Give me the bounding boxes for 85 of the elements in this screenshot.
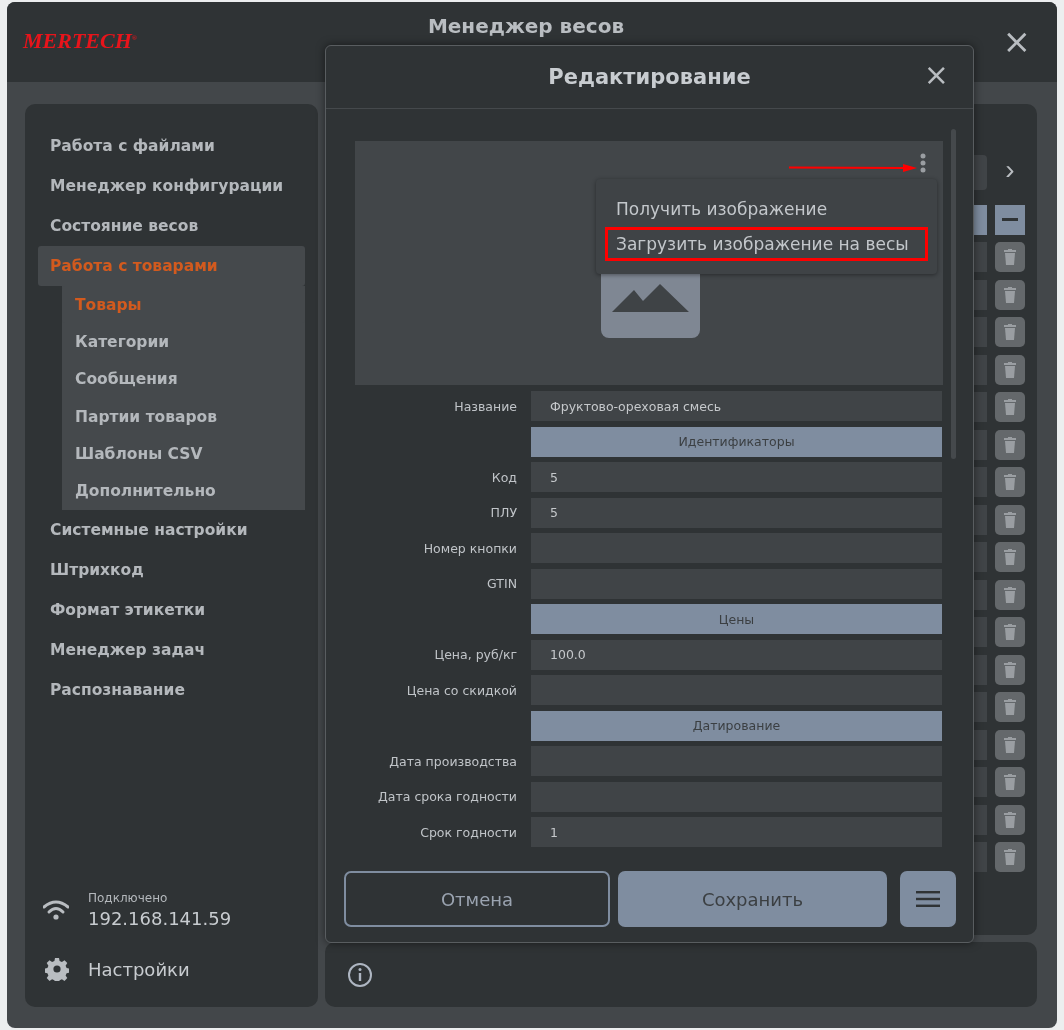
delete-button[interactable]	[995, 654, 1025, 685]
settings-icon[interactable]	[45, 957, 69, 981]
remove-all-button[interactable]	[995, 204, 1025, 235]
input-field[interactable]: 1	[531, 817, 942, 847]
input-field[interactable]: 5	[531, 462, 942, 492]
delete-button[interactable]	[995, 429, 1025, 460]
delete-button[interactable]	[995, 842, 1025, 872]
sidebar-item[interactable]: Распознавание	[38, 670, 305, 710]
delete-button[interactable]	[995, 617, 1025, 647]
trash-icon	[1004, 286, 1016, 303]
save-button[interactable]: Сохранить	[618, 871, 887, 927]
more-icon[interactable]	[920, 153, 926, 173]
field-label: GTIN	[486, 576, 517, 591]
trash-icon	[1004, 361, 1016, 378]
section-header: Датирование	[531, 710, 942, 741]
section-header: Цены	[531, 604, 942, 634]
sidebar-item[interactable]: Состояние весов	[38, 206, 305, 246]
field-label: Срок годности	[419, 824, 517, 840]
trash-icon	[1004, 511, 1016, 528]
input-field[interactable]: 100.0	[531, 639, 942, 670]
submenu-item[interactable]: Шаблоны CSV	[62, 435, 305, 473]
trash-icon	[1004, 399, 1016, 415]
info-icon[interactable]	[347, 961, 373, 988]
trash-icon	[1004, 549, 1016, 565]
delete-button[interactable]	[995, 804, 1025, 835]
menu-icon	[916, 890, 940, 908]
close-button[interactable]: ×	[923, 60, 949, 90]
submenu-item[interactable]: Сообщения	[62, 360, 305, 398]
input-field[interactable]: Фруктово-ореховая смесь	[531, 391, 942, 421]
delete-button[interactable]	[995, 392, 1025, 422]
delete-button[interactable]	[995, 279, 1025, 310]
delete-button[interactable]	[995, 767, 1025, 797]
delete-button[interactable]	[995, 692, 1025, 722]
trash-icon	[1004, 736, 1016, 753]
field-label: Название	[453, 398, 517, 414]
brand-logo: MERTECH$^{®}$	[23, 28, 138, 54]
settings-label[interactable]: Настройки	[88, 958, 190, 980]
sidebar-item[interactable]: Менеджер задач	[38, 630, 305, 670]
submenu-item[interactable]: Партии товаров	[62, 398, 305, 436]
trash-icon	[1004, 324, 1016, 340]
trash-icon	[1004, 436, 1016, 453]
submenu-item[interactable]: Категории	[62, 323, 305, 361]
delete-button[interactable]	[995, 242, 1025, 272]
trash-icon	[1004, 699, 1016, 715]
sidebar-item[interactable]: Системные настройки	[38, 510, 305, 550]
submenu-item[interactable]: Дополнительно	[62, 472, 305, 510]
field-label: Код	[490, 469, 517, 485]
delete-button[interactable]	[995, 729, 1025, 760]
field-label: Номер кнопки	[422, 540, 517, 556]
trash-icon	[1004, 586, 1016, 603]
ip-address: 192.168.141.59	[88, 908, 232, 929]
trash-icon	[1004, 661, 1016, 678]
sidebar-item[interactable]: Штрихкод	[38, 550, 305, 590]
field-label: Дата производства	[388, 753, 517, 769]
connection-status: Подключено	[88, 891, 169, 905]
sidebar-item[interactable]: Менеджер конфигурации	[38, 166, 305, 206]
trash-icon	[1004, 474, 1016, 490]
field-label: ПЛУ	[489, 505, 517, 520]
dialog-title: Редактирование	[548, 65, 751, 89]
trash-icon	[1004, 624, 1016, 640]
close-button[interactable]: ×	[1002, 24, 1031, 58]
delete-button[interactable]	[995, 354, 1025, 385]
delete-button[interactable]	[995, 579, 1025, 610]
app-title: Менеджер весов	[427, 14, 625, 38]
delete-button[interactable]	[995, 317, 1025, 347]
wifi-icon	[43, 899, 69, 921]
menu-item[interactable]: Получить изображение	[605, 192, 928, 226]
input-field[interactable]: 5	[531, 497, 942, 528]
trash-icon	[1004, 849, 1016, 865]
field-label: Цена, руб/кг	[433, 647, 517, 662]
delete-button[interactable]	[995, 542, 1025, 572]
delete-button[interactable]	[995, 467, 1025, 497]
cancel-button[interactable]: Отмена	[344, 871, 610, 927]
delete-button[interactable]	[995, 504, 1025, 535]
sidebar-item[interactable]: Работа с файлами	[38, 126, 305, 166]
field-label: Цена со скидкой	[405, 682, 517, 698]
menu-item[interactable]: Загрузить изображение на весы	[605, 227, 928, 261]
trash-icon	[1004, 811, 1016, 828]
trash-icon	[1004, 774, 1016, 790]
next-button[interactable]: ›	[995, 152, 1025, 187]
trash-icon	[1004, 249, 1016, 265]
menu-button[interactable]	[900, 871, 956, 927]
section-header: Идентификаторы	[531, 426, 942, 457]
field-label: Дата срока годности	[377, 789, 517, 804]
sidebar-item[interactable]: Формат этикетки	[38, 590, 305, 630]
